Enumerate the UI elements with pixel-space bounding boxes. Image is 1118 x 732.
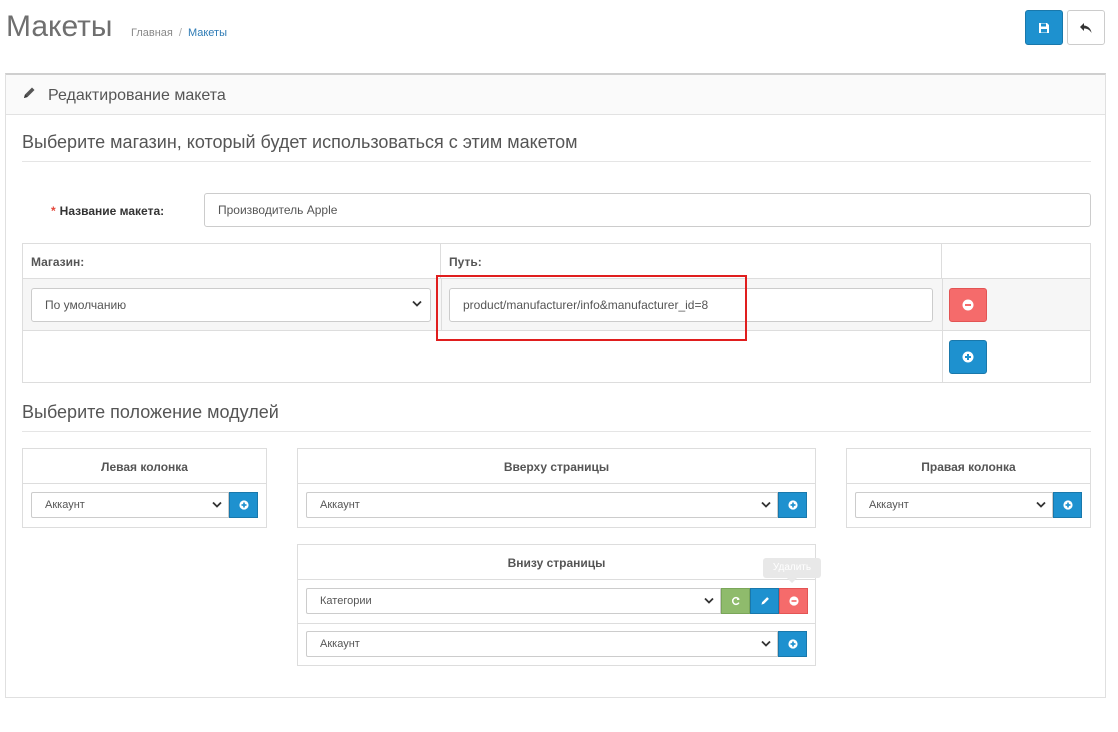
column-header-route: Путь: <box>441 244 942 279</box>
right-column-select-value: Аккаунт <box>869 499 909 511</box>
module-toggle-button[interactable] <box>721 588 750 614</box>
plus-circle-icon <box>1062 500 1073 510</box>
panel-heading: Редактирование макета <box>6 75 1105 115</box>
right-column-select[interactable]: Аккаунт <box>855 492 1053 518</box>
content-bottom-title: Внизу страницы <box>298 545 815 580</box>
left-column-box: Левая колонка Аккаунт <box>22 448 267 528</box>
left-column-select[interactable]: Аккаунт <box>31 492 229 518</box>
chevron-down-icon <box>761 501 771 508</box>
plus-circle-icon <box>787 639 798 649</box>
content-bottom-add-select[interactable]: Аккаунт <box>306 631 778 657</box>
column-header-action <box>942 244 1090 279</box>
content-bottom-add-select-value: Аккаунт <box>320 638 360 650</box>
layout-name-input[interactable]: Производитель Apple <box>204 193 1091 227</box>
store-select[interactable]: По умолчанию <box>31 288 431 322</box>
content-top-add-button[interactable] <box>778 492 807 518</box>
module-edit-button[interactable] <box>750 588 779 614</box>
right-column-title: Правая колонка <box>847 449 1090 484</box>
reply-icon <box>1080 22 1092 33</box>
minus-circle-icon <box>788 596 799 606</box>
plus-circle-icon <box>962 351 974 363</box>
store-section-legend: Выберите магазин, который будет использо… <box>22 132 1091 162</box>
left-column-select-value: Аккаунт <box>45 499 85 511</box>
back-button[interactable] <box>1067 10 1105 45</box>
breadcrumb: Главная / Макеты <box>131 27 227 39</box>
content-bottom-box: Внизу страницы Категории Аккаунт <box>297 544 816 666</box>
content-top-box: Вверху страницы Аккаунт <box>297 448 816 528</box>
required-marker: * <box>51 204 56 218</box>
left-column-add-button[interactable] <box>229 492 258 518</box>
chevron-down-icon <box>704 597 714 604</box>
breadcrumb-separator: / <box>178 27 182 39</box>
right-column-box: Правая колонка Аккаунт <box>846 448 1091 528</box>
column-header-store: Магазин: <box>23 244 441 279</box>
chevron-down-icon <box>412 300 422 307</box>
refresh-icon <box>731 596 740 606</box>
breadcrumb-current[interactable]: Макеты <box>188 27 227 39</box>
modules-section-legend: Выберите положение модулей <box>22 402 1091 432</box>
remove-tooltip: Удалить <box>763 558 821 583</box>
content-top-select-value: Аккаунт <box>320 499 360 511</box>
layout-edit-panel: Редактирование макета Выберите магазин, … <box>5 73 1106 698</box>
save-button[interactable] <box>1025 10 1063 45</box>
plus-circle-icon <box>787 500 798 510</box>
plus-circle-icon <box>238 500 249 510</box>
panel-title: Редактирование макета <box>48 87 226 104</box>
route-highlight-box <box>436 275 747 341</box>
page-title: Макеты <box>6 10 113 43</box>
module-remove-button[interactable] <box>779 588 808 614</box>
remove-route-button[interactable] <box>949 288 987 322</box>
chevron-down-icon <box>212 501 222 508</box>
save-icon <box>1039 22 1049 33</box>
pencil-icon <box>760 597 769 605</box>
breadcrumb-home[interactable]: Главная <box>131 27 173 39</box>
chevron-down-icon <box>1036 501 1046 508</box>
layout-name-label: * Название макета: <box>51 204 164 218</box>
left-column-title: Левая колонка <box>23 449 266 484</box>
content-top-select[interactable]: Аккаунт <box>306 492 778 518</box>
layout-name-label-text: Название макета: <box>59 204 165 218</box>
page-header: Макеты Главная / Макеты <box>0 0 1118 60</box>
right-column-add-button[interactable] <box>1053 492 1082 518</box>
content-bottom-add-button[interactable] <box>778 631 807 657</box>
pencil-icon <box>24 87 35 98</box>
content-top-title: Вверху страницы <box>298 449 815 484</box>
add-route-button[interactable] <box>949 340 987 374</box>
content-bottom-module-select[interactable]: Категории <box>306 588 721 614</box>
chevron-down-icon <box>761 640 771 647</box>
content-bottom-module-value: Категории <box>320 595 372 607</box>
minus-circle-icon <box>962 299 974 311</box>
store-select-value: По умолчанию <box>45 298 127 312</box>
